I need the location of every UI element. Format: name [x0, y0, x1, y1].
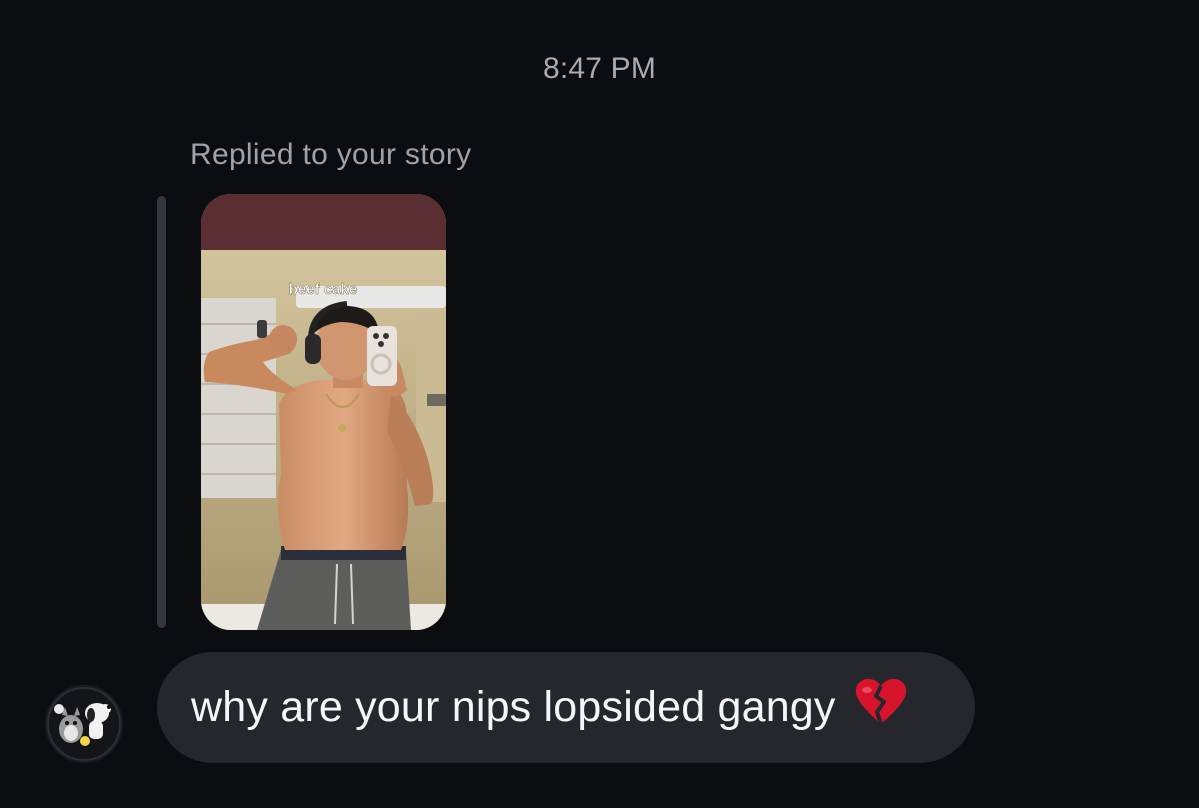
broken-heart-icon — [854, 676, 908, 731]
message-text: why are your nips lopsided gangy — [191, 683, 836, 731]
avatar-cartoon-icon — [45, 685, 123, 763]
sender-avatar[interactable] — [45, 685, 123, 763]
story-caption: beef cake — [289, 281, 357, 298]
reply-context-label: Replied to your story — [190, 138, 472, 171]
story-thumbnail[interactable]: beef cake — [201, 194, 446, 630]
message-bubble[interactable]: why are your nips lopsided gangy — [157, 652, 975, 763]
story-photo: beef cake — [201, 194, 446, 630]
timestamp: 8:47 PM — [542, 52, 657, 85]
reply-quote-bar — [157, 196, 166, 628]
